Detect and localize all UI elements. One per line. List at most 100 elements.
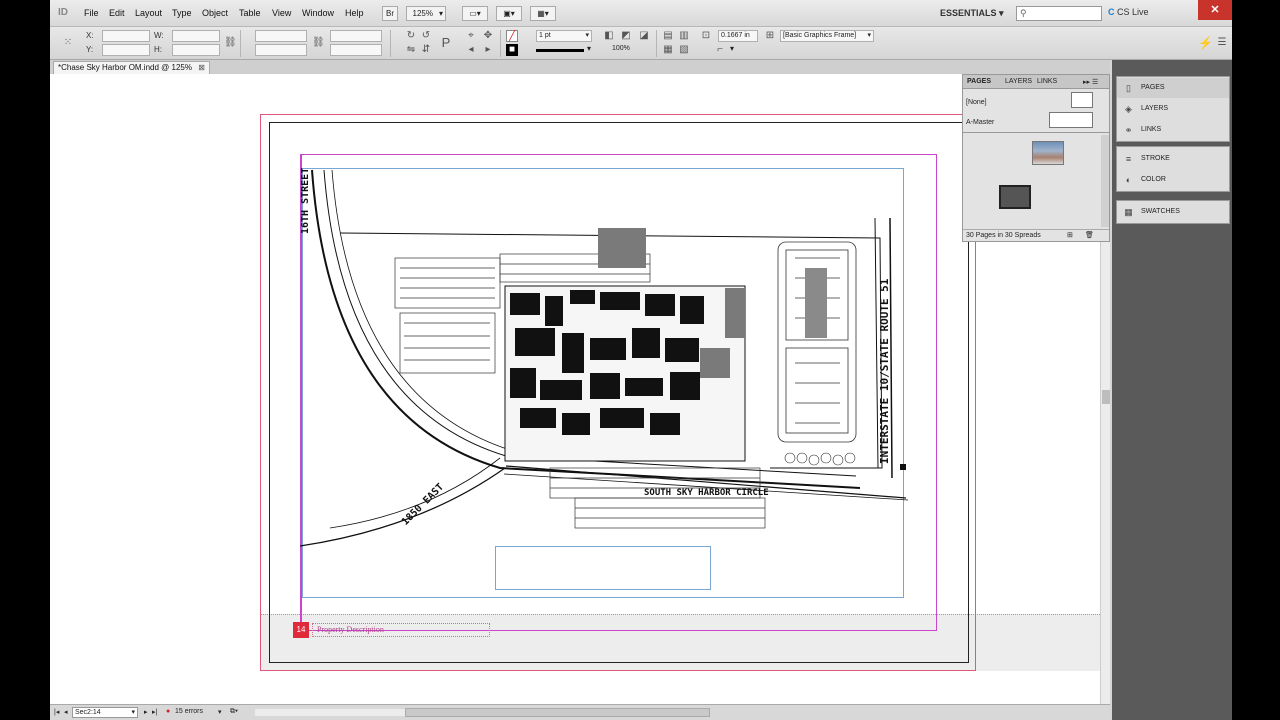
- select-content-icon[interactable]: ✥: [482, 30, 494, 42]
- menu-window[interactable]: Window: [302, 8, 334, 18]
- select-next-icon[interactable]: ▸: [482, 44, 494, 56]
- dock-swatches[interactable]: ▦ SWATCHES: [1117, 202, 1229, 222]
- view-options-icon[interactable]: ▭▾: [462, 6, 488, 21]
- preflight-menu-icon[interactable]: ▾: [218, 708, 222, 716]
- stroke-type-preview[interactable]: [536, 49, 584, 52]
- menu-table[interactable]: Table: [239, 8, 261, 18]
- drop-shadow-icon[interactable]: ◧: [603, 30, 615, 42]
- workspace-switcher[interactable]: ESSENTIALS ▾: [940, 8, 1004, 19]
- menu-view[interactable]: View: [272, 8, 291, 18]
- menu-object[interactable]: Object: [202, 8, 228, 18]
- first-page-icon[interactable]: |◂: [54, 708, 59, 716]
- zoom-select[interactable]: 125% ▾: [406, 6, 446, 21]
- menu-help[interactable]: Help: [345, 8, 364, 18]
- next-page-icon[interactable]: ▸: [144, 708, 148, 716]
- none-master-label[interactable]: [None]: [966, 99, 987, 106]
- offset-field[interactable]: 0.1667 in: [718, 30, 758, 42]
- last-page-icon[interactable]: ▸|: [152, 708, 157, 716]
- indesign-window: ID File Edit Layout Type Object Table Vi…: [50, 0, 1232, 720]
- scale-y-field[interactable]: [255, 44, 307, 56]
- delete-page-icon[interactable]: 🗑: [1085, 231, 1094, 239]
- quick-apply-icon[interactable]: ⚡: [1198, 37, 1213, 49]
- none-master-thumb[interactable]: [1071, 92, 1093, 108]
- a-master-thumb[interactable]: [1049, 112, 1093, 128]
- menu-edit[interactable]: Edit: [109, 8, 125, 18]
- object-style-select[interactable]: [Basic Graphics Frame] ▾: [780, 30, 874, 42]
- page-14-thumb[interactable]: [999, 185, 1031, 209]
- document-tab[interactable]: *Chase Sky Harbor OM.indd @ 125% ⊠: [53, 61, 210, 74]
- app-logo: ID: [58, 7, 68, 18]
- dock-group-stroke: ≡ STROKE ◐ COLOR: [1116, 146, 1230, 192]
- tab-layers[interactable]: LAYERS: [1005, 78, 1032, 85]
- stroke-swatch-icon[interactable]: ■: [506, 44, 518, 56]
- panel-tab-strip: PAGES LAYERS LINKS ▸▸ ☰: [963, 75, 1109, 89]
- new-page-icon[interactable]: ⊞: [1067, 231, 1073, 239]
- rotate-field[interactable]: [330, 30, 382, 42]
- corner-options-icon[interactable]: ⌐: [714, 44, 726, 56]
- reference-point-icon[interactable]: ⁙: [62, 37, 74, 49]
- previous-page-icon[interactable]: ◂: [64, 708, 68, 716]
- close-window-button[interactable]: ✕: [1198, 0, 1232, 20]
- flip-vertical-icon[interactable]: ⇵: [420, 44, 432, 56]
- panel-scrollbar[interactable]: [1101, 135, 1109, 227]
- width-field[interactable]: [172, 30, 220, 42]
- dock-stroke[interactable]: ≡ STROKE: [1117, 149, 1229, 169]
- menu-type[interactable]: Type: [172, 8, 192, 18]
- effects-icon[interactable]: ◩: [620, 30, 632, 42]
- menu-layout[interactable]: Layout: [135, 8, 162, 18]
- cs-live-label: CS Live: [1117, 7, 1149, 17]
- menu-file[interactable]: File: [84, 8, 99, 18]
- opacity-field[interactable]: 100%: [610, 44, 650, 56]
- height-field[interactable]: [172, 44, 220, 56]
- select-previous-icon[interactable]: ◂: [465, 44, 477, 56]
- dock-color[interactable]: ◐ COLOR: [1117, 170, 1229, 190]
- cs-live-icon: C: [1108, 7, 1115, 17]
- arrange-documents-icon[interactable]: ▦▾: [530, 6, 556, 21]
- dock-pages[interactable]: ▯ PAGES: [1117, 78, 1229, 98]
- cs-live-button[interactable]: C CS Live: [1108, 7, 1149, 17]
- x-field[interactable]: [102, 30, 150, 42]
- section-title-frame[interactable]: Property Description: [312, 623, 490, 637]
- panel-menu-icon[interactable]: ▸▸ ☰: [1083, 78, 1098, 86]
- a-master-label[interactable]: A-Master: [966, 119, 994, 126]
- close-icon[interactable]: ⊠: [198, 63, 205, 72]
- separator: [390, 30, 391, 57]
- site-plan-drawing: [300, 169, 909, 547]
- fit-content-icon[interactable]: ▦: [662, 44, 674, 56]
- stroke-weight-select[interactable]: 1 pt ▾: [536, 30, 592, 42]
- panel-menu-icon[interactable]: ☰: [1216, 37, 1228, 49]
- open-folder-icon[interactable]: ⧉▾: [230, 708, 238, 716]
- fx-icon[interactable]: ◪: [638, 30, 650, 42]
- flip-horizontal-icon[interactable]: ⇋: [405, 44, 417, 56]
- fill-swatch-icon[interactable]: ╱: [506, 30, 518, 42]
- screen-mode-icon[interactable]: ▣▾: [496, 6, 522, 21]
- scale-x-field[interactable]: [255, 30, 307, 42]
- dock-layers[interactable]: ◈ LAYERS: [1117, 99, 1229, 119]
- select-container-icon[interactable]: ⌖: [465, 30, 477, 42]
- shear-field[interactable]: [330, 44, 382, 56]
- tab-pages[interactable]: PAGES: [967, 78, 991, 85]
- fill-frame-icon[interactable]: ▧: [678, 44, 690, 56]
- tab-links[interactable]: LINKS: [1037, 78, 1057, 85]
- scrollbar-thumb[interactable]: [1102, 390, 1110, 404]
- preflight-errors[interactable]: 15 errors: [175, 708, 203, 715]
- document-tab-bar: *Chase Sky Harbor OM.indd @ 125% ⊠: [50, 60, 1110, 74]
- separator: [656, 30, 657, 57]
- page-13-thumb[interactable]: [1032, 141, 1064, 165]
- rotate-ccw-icon[interactable]: ↺: [420, 30, 432, 42]
- scale-link-icon[interactable]: ⛓: [312, 37, 325, 49]
- horizontal-scroll-track[interactable]: [255, 709, 405, 716]
- bridge-icon[interactable]: Br: [382, 6, 398, 21]
- zoom-value: 125%: [412, 9, 433, 18]
- search-input[interactable]: ⚲: [1016, 6, 1102, 21]
- document-canvas[interactable]: 16TH STREET INTERSTATE 10/STATE ROUTE 51…: [50, 74, 1110, 706]
- page-number-field[interactable]: Sec2:14 ▾: [72, 707, 138, 718]
- fit-frame-icon[interactable]: ▥: [678, 30, 690, 42]
- constrain-proportions-icon[interactable]: ⛓: [224, 37, 237, 49]
- rotate-cw-icon[interactable]: ↻: [405, 30, 417, 42]
- horizontal-scrollbar-thumb[interactable]: [405, 708, 710, 717]
- y-field[interactable]: [102, 44, 150, 56]
- text-wrap-icon[interactable]: ▤: [662, 30, 674, 42]
- dock-links[interactable]: ⚭ LINKS: [1117, 120, 1229, 140]
- control-panel: ⁙ X: Y: W: H: ⛓ ⛓ ↻ ↺ ⇋ ⇵ P ⌖ ✥ ◂ ▸ ╱ ■ …: [50, 27, 1232, 60]
